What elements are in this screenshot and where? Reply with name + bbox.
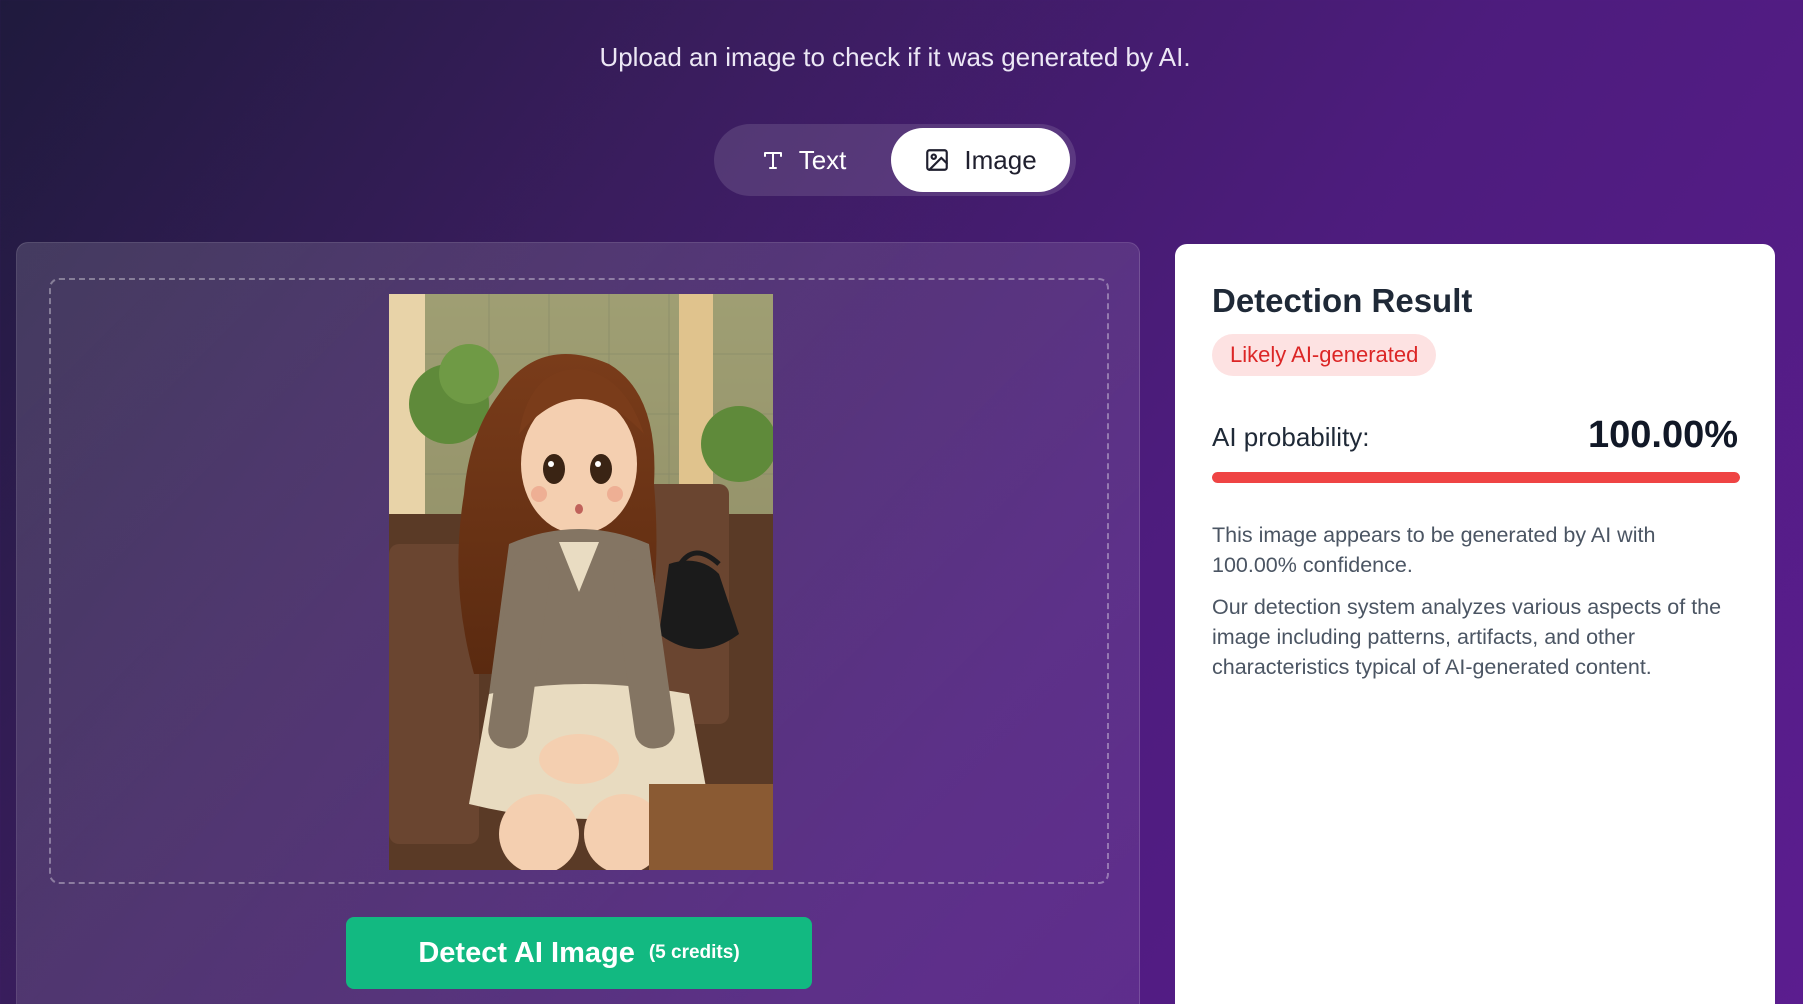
result-explanation: Our detection system analyzes various as…: [1212, 595, 1722, 679]
mode-toggle: Text Image: [714, 124, 1076, 196]
upload-panel: Detect AI Image (5 credits): [16, 242, 1140, 1004]
detection-result-panel: Detection Result Likely AI-generated AI …: [1175, 244, 1775, 1004]
detect-ai-image-button[interactable]: Detect AI Image (5 credits): [346, 917, 812, 989]
result-summary: This image appears to be generated by AI…: [1212, 523, 1656, 577]
uploaded-image-preview: [389, 294, 773, 870]
tab-text[interactable]: Text: [720, 128, 887, 192]
verdict-badge: Likely AI-generated: [1212, 334, 1437, 376]
probability-bar-fill: [1212, 472, 1740, 483]
detect-button-label: Detect AI Image: [418, 936, 635, 969]
tab-image[interactable]: Image: [891, 128, 1070, 192]
detect-button-credits: (5 credits): [648, 942, 740, 963]
result-title: Detection Result: [1212, 282, 1473, 319]
image-drop-zone[interactable]: [49, 278, 1109, 884]
tab-image-label: Image: [964, 144, 1037, 175]
probability-label: AI probability:: [1212, 422, 1370, 452]
text-type-icon: [761, 148, 785, 172]
probability-bar: [1212, 472, 1740, 483]
probability-value: 100.00%: [1587, 414, 1738, 456]
page-subtitle: Upload an image to check if it was gener…: [599, 42, 1191, 72]
image-icon: [924, 147, 950, 173]
tab-text-label: Text: [798, 144, 847, 175]
